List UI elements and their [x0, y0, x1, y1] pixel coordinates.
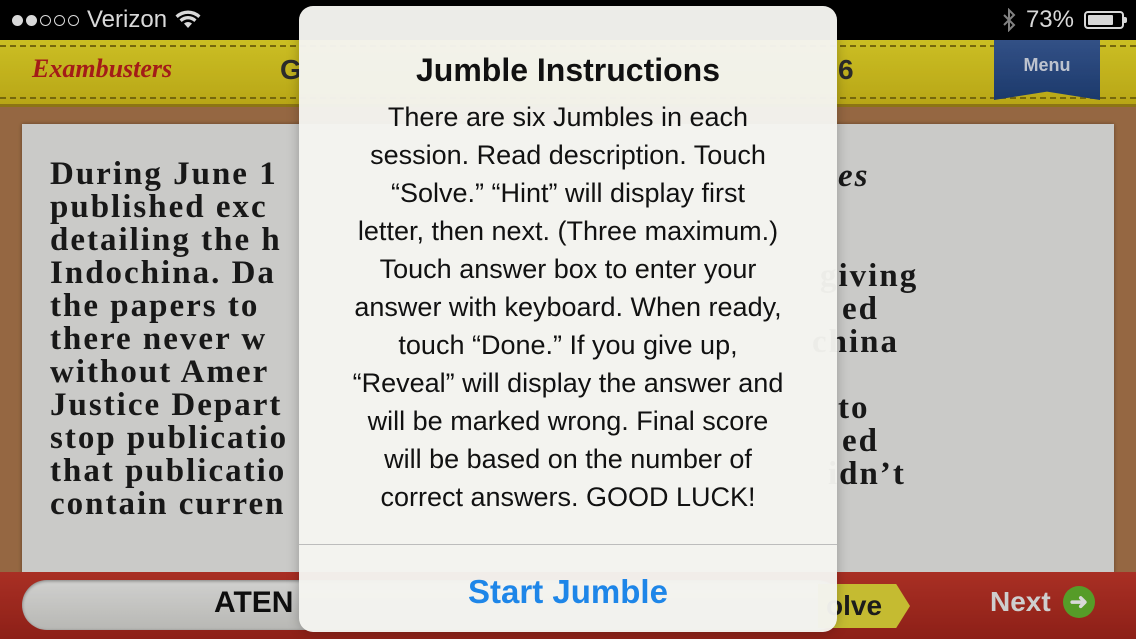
dialog-title: Jumble Instructions — [415, 52, 721, 88]
dialog-message-line: session. Read description. Touch — [370, 140, 766, 170]
dialog-message-line: letter, then next. (Three maximum.) — [357, 216, 779, 246]
dialog-message-line: touch “Done.” If you give up, — [398, 330, 738, 360]
dialog-message-line: will be based on the number of — [384, 444, 752, 474]
dialog-message-line: answer with keyboard. When ready, — [354, 292, 782, 322]
dialog-message-line: “Solve.” “Hint” will display first — [390, 178, 746, 208]
dialog-message-line: Touch answer box to enter your — [379, 254, 757, 284]
dialog-message: There are six Jumbles in each session. Re… — [323, 98, 813, 516]
dialog-message-line: correct answers. GOOD LUCK! — [380, 482, 756, 512]
dialog-message-line: “Reveal” will display the answer and — [352, 368, 784, 398]
dialog-message-line: will be marked wrong. Final score — [367, 406, 769, 436]
start-jumble-button[interactable]: Start Jumble — [299, 545, 837, 632]
dialog-message-line: There are six Jumbles in each — [387, 102, 749, 132]
instructions-dialog: Jumble Instructions There are six Jumble… — [299, 6, 837, 632]
